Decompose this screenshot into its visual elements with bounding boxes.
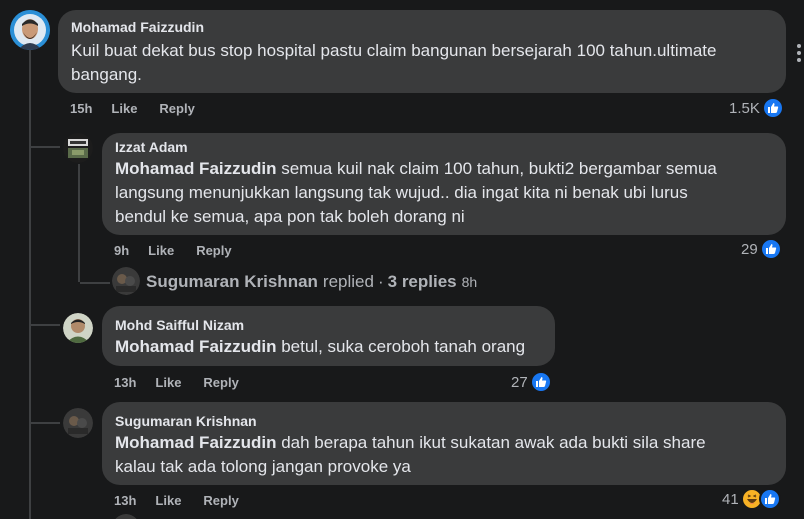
avatar[interactable] [112,514,140,519]
avatar[interactable] [63,313,93,343]
comment-actions: 9h Like Reply [114,242,232,258]
reply-button[interactable]: Reply [159,101,194,116]
reaction-summary[interactable]: 1.5K [729,97,784,119]
view-replies-link[interactable]: Sugumaran Krishnan replied · 3 replies 8… [146,268,477,296]
comment-time[interactable]: 9h [114,243,129,258]
thread-line [29,50,31,519]
reply-thread-branch [80,282,110,284]
comment-actions: 13h Like Reply [114,374,239,390]
mention-link[interactable]: Mohamad Faizzudin [115,433,277,452]
comment-text: Kuil buat dekat bus stop hospital pastu … [71,41,717,84]
reply-button[interactable]: Reply [203,375,238,390]
reaction-summary[interactable]: 27 [511,371,552,393]
thread-branch [31,146,60,148]
comment-bubble: Sugumaran Krishnan Mohamad Faizzudin dah… [102,402,786,485]
reaction-count: 41 [722,490,739,508]
comment-bubble: Mohd Saifful Nizam Mohamad Faizzudin bet… [102,306,555,366]
replies-count: 3 replies [387,272,457,291]
comment-actions: 15h Like Reply [70,100,195,116]
like-button[interactable]: Like [148,243,174,258]
avatar[interactable] [63,133,93,163]
like-button[interactable]: Like [155,375,181,390]
replies-time: 8h [461,274,478,290]
like-button[interactable]: Like [155,493,181,508]
comment-author[interactable]: Sugumaran Krishnan [115,412,774,430]
like-icon [761,97,784,119]
thread-branch [31,324,60,326]
avatar[interactable] [10,10,50,50]
more-options-icon[interactable] [797,44,801,62]
comments-thread: Mohamad Faizzudin Kuil buat dekat bus st… [0,0,804,519]
comment-text: Mohamad Faizzudin betul, suka ceroboh ta… [115,337,526,356]
comment-author[interactable]: Mohd Saifful Nizam [115,316,543,334]
reply-button[interactable]: Reply [203,493,238,508]
like-icon [758,488,781,510]
reaction-count: 27 [511,373,528,391]
mention-link[interactable]: Mohamad Faizzudin [115,337,277,356]
comment-author[interactable]: Izzat Adam [115,138,774,156]
reaction-summary[interactable]: 29 [741,238,782,260]
comment-author[interactable]: Mohamad Faizzudin [71,18,774,36]
comment-bubble: Izzat Adam Mohamad Faizzudin semua kuil … [102,133,786,235]
avatar [112,267,140,295]
mention-link[interactable]: Mohamad Faizzudin [115,159,277,178]
reaction-count: 29 [741,240,758,258]
separator: · [377,272,384,291]
comment-time[interactable]: 15h [70,101,92,116]
reaction-summary[interactable]: 41 [722,488,781,510]
avatar[interactable] [63,408,93,438]
comment-text: Mohamad Faizzudin semua kuil nak claim 1… [115,159,717,226]
comment-bubble: Mohamad Faizzudin Kuil buat dekat bus st… [58,10,786,93]
reply-thread-line [78,164,80,282]
comment-actions: 13h Like Reply [114,492,239,508]
comment-time[interactable]: 13h [114,375,136,390]
reaction-count: 1.5K [729,99,760,117]
comment-time[interactable]: 13h [114,493,136,508]
replied-text: replied [322,272,374,291]
thread-branch [31,422,60,424]
replier-name: Sugumaran Krishnan [146,272,318,291]
like-icon [759,238,782,260]
like-icon [529,371,552,393]
comment-text: Mohamad Faizzudin dah berapa tahun ikut … [115,433,706,476]
like-button[interactable]: Like [111,101,137,116]
reply-button[interactable]: Reply [196,243,231,258]
